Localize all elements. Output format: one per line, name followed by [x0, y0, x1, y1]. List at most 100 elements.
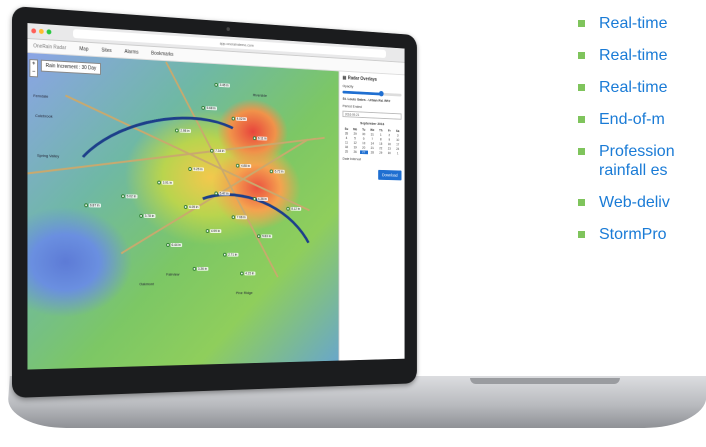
- calendar-day[interactable]: 2: [385, 133, 393, 137]
- rain-gauge-marker[interactable]: 5.47 in: [214, 191, 230, 196]
- calendar-day[interactable]: 21: [368, 146, 376, 150]
- gauge-dot-icon: [205, 229, 210, 233]
- rain-gauge-marker[interactable]: 3.36 in: [192, 266, 208, 271]
- calendar-day[interactable]: 18: [343, 145, 351, 149]
- opacity-slider-handle[interactable]: [378, 90, 384, 97]
- app-brand: OneRain Radar: [33, 42, 67, 51]
- rain-gauge-marker[interactable]: 2.98 in: [175, 128, 191, 133]
- gauge-value: 5.83 in: [261, 234, 272, 239]
- calendar-day[interactable]: 5: [351, 136, 359, 141]
- calendar-day[interactable]: 29: [377, 151, 385, 155]
- city-label: Spring Valley: [37, 152, 60, 159]
- rain-gauge-marker[interactable]: 4.15 in: [240, 271, 256, 276]
- rain-gauge-marker[interactable]: 4.36 in: [252, 196, 268, 201]
- rain-gauge-marker[interactable]: 6.05 in: [183, 205, 200, 210]
- calendar-day[interactable]: 23: [385, 147, 393, 151]
- calendar-day[interactable]: 13: [360, 141, 368, 145]
- rain-gauge-marker[interactable]: 6.72 in: [269, 169, 285, 174]
- nav-alarms[interactable]: Alarms: [124, 48, 138, 55]
- period-input[interactable]: 2016-09-21: [342, 110, 402, 120]
- calendar-day[interactable]: 17: [394, 143, 402, 147]
- gauge-dot-icon: [188, 167, 192, 171]
- calendar-day[interactable]: 7: [368, 137, 376, 141]
- laptop-stage: app.oneraindemo.com OneRain Radar Map Si…: [0, 0, 706, 447]
- rain-gauge-marker[interactable]: 3.45 in: [214, 82, 230, 88]
- gauge-value: 6.87 in: [88, 203, 101, 208]
- calendar-day[interactable]: 27: [359, 150, 368, 155]
- rain-gauge-marker[interactable]: 5.02 in: [121, 194, 138, 199]
- gauge-dot-icon: [257, 234, 261, 239]
- calendar-day[interactable]: 20: [360, 146, 368, 150]
- gauge-dot-icon: [252, 196, 257, 201]
- calendar-day[interactable]: 25: [343, 150, 351, 154]
- rain-gauge-marker[interactable]: 6.44 in: [166, 243, 182, 247]
- calendar-day[interactable]: 4: [343, 136, 351, 140]
- calendar-day[interactable]: 28: [368, 151, 376, 155]
- feature-label: Real-time: [599, 15, 668, 32]
- rain-gauge-marker[interactable]: 4.88 in: [235, 163, 251, 168]
- calendar-day[interactable]: 30: [385, 151, 393, 155]
- calendar-day[interactable]: 9: [385, 138, 393, 142]
- calendar-day[interactable]: 28: [343, 132, 351, 136]
- calendar-day[interactable]: 11: [343, 141, 351, 145]
- calendar-day[interactable]: 26: [351, 150, 359, 154]
- gauge-value: 4.88 in: [240, 163, 251, 168]
- calendar-day[interactable]: 31: [368, 133, 376, 137]
- calendar-day[interactable]: 10: [394, 138, 402, 142]
- close-icon[interactable]: [31, 28, 37, 34]
- calendar-day[interactable]: 6: [360, 137, 368, 141]
- rain-gauge-marker[interactable]: 7.66 in: [231, 215, 247, 220]
- feature-item: Profession rainfall es: [578, 142, 706, 180]
- maximize-icon[interactable]: [46, 29, 52, 35]
- gauge-dot-icon: [183, 205, 188, 209]
- zoom-out-button[interactable]: −: [30, 68, 37, 76]
- calendar-day[interactable]: 22: [377, 146, 385, 151]
- rain-gauge-marker[interactable]: 8.12 in: [286, 206, 301, 211]
- overlay-selector[interactable]: Rain Increment : 30 Day: [40, 59, 101, 75]
- gauge-dot-icon: [286, 206, 290, 211]
- rain-gauge-marker[interactable]: 3.91 in: [157, 180, 173, 185]
- gauge-dot-icon: [166, 243, 170, 247]
- rain-gauge-marker[interactable]: 5.83 in: [257, 234, 272, 239]
- nav-sites[interactable]: Sites: [101, 47, 111, 53]
- city-label: Riverside: [252, 92, 267, 98]
- rain-gauge-marker[interactable]: 6.11 in: [252, 136, 268, 141]
- minimize-icon[interactable]: [38, 28, 44, 35]
- nav-map[interactable]: Map: [79, 46, 88, 52]
- calendar-day[interactable]: 1: [377, 133, 385, 137]
- rain-gauge-marker[interactable]: 5.68 in: [201, 105, 217, 111]
- calendar-day[interactable]: 16: [385, 142, 393, 146]
- calendar-day[interactable]: 1: [394, 152, 402, 156]
- calendar-day[interactable]: 19: [351, 146, 359, 150]
- rain-gauge-marker[interactable]: 2.71 in: [223, 252, 239, 257]
- weekday-label: Mo: [353, 127, 358, 132]
- calendar-day[interactable]: 24: [394, 147, 402, 151]
- calendar-day[interactable]: 29: [351, 132, 359, 136]
- calendar-day[interactable]: 12: [351, 141, 359, 145]
- rain-gauge-marker[interactable]: 7.34 in: [210, 148, 226, 154]
- gauge-value: 6.44 in: [170, 243, 182, 247]
- gauge-value: 2.98 in: [179, 128, 191, 133]
- rain-gauge-marker[interactable]: 3.78 in: [139, 213, 156, 218]
- city-label: Pine Ridge: [235, 290, 253, 296]
- gauge-value: 6.72 in: [273, 169, 285, 174]
- nav-bookmarks[interactable]: Bookmarks: [151, 50, 173, 57]
- bullet-icon: [578, 199, 585, 206]
- opacity-slider-fill: [342, 90, 382, 96]
- rain-gauge-marker[interactable]: 4.99 in: [205, 229, 221, 234]
- weekday-label: We: [370, 128, 375, 132]
- feature-item: Real-time: [578, 78, 706, 97]
- calendar-day[interactable]: 30: [360, 132, 368, 136]
- rain-gauge-marker[interactable]: 6.87 in: [84, 203, 101, 208]
- calendar-day[interactable]: 8: [377, 137, 385, 142]
- gauge-value: 5.47 in: [218, 191, 230, 196]
- calendar-day[interactable]: 14: [368, 142, 376, 146]
- calendar-day[interactable]: 3: [394, 134, 402, 138]
- calendar-day[interactable]: 15: [377, 142, 385, 146]
- download-button[interactable]: Download: [378, 169, 402, 181]
- radar-map[interactable]: + − Rain Increment : 30 Day Ferndale Cole…: [27, 52, 339, 370]
- bullet-icon: [578, 20, 585, 27]
- rain-gauge-marker[interactable]: 5.25 in: [188, 167, 204, 172]
- rain-gauge-marker[interactable]: 4.02 in: [231, 116, 247, 122]
- feature-label: Profession rainfall es: [599, 143, 675, 179]
